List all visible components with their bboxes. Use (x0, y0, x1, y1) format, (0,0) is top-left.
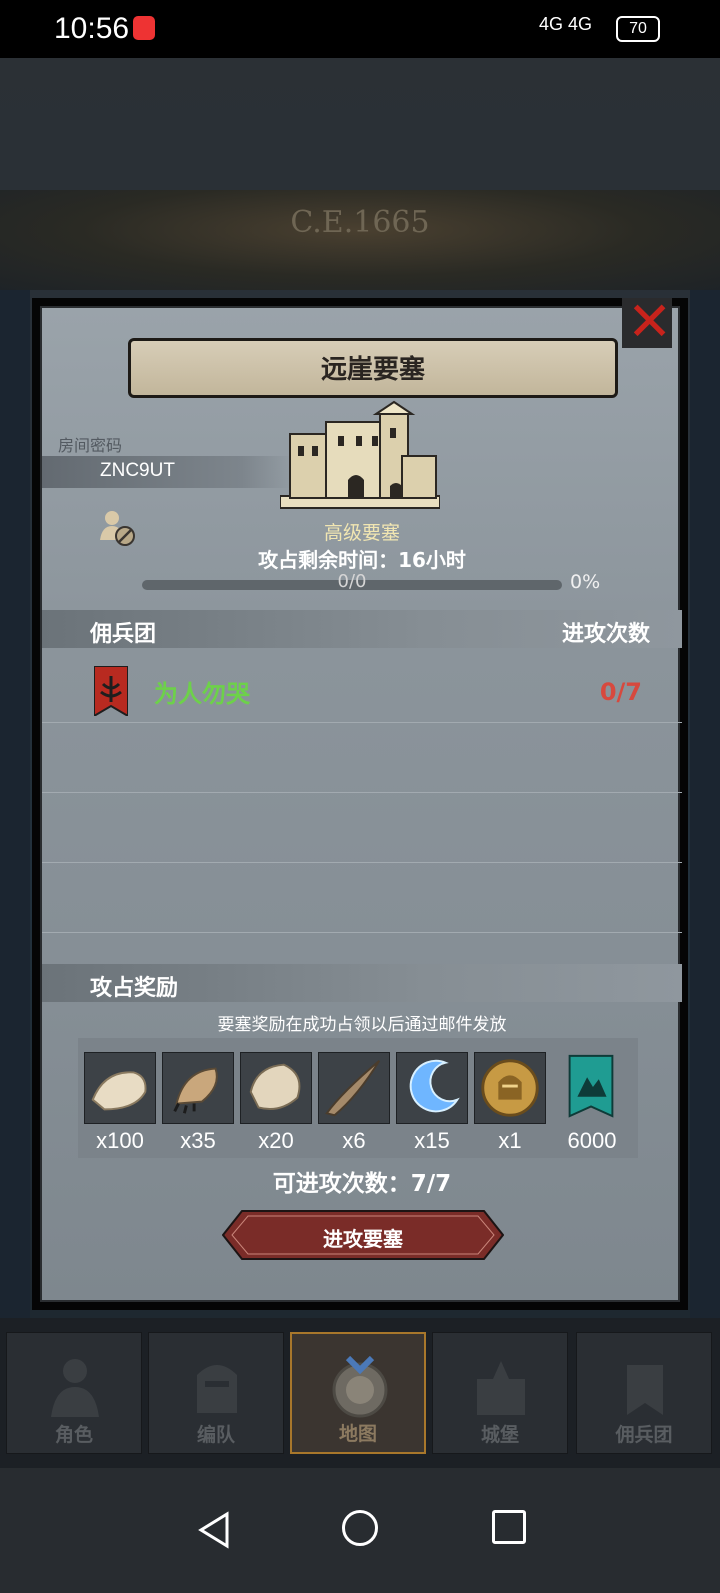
empty-row (42, 792, 682, 863)
reward-header-label: 攻占奖励 (90, 976, 179, 1001)
attack-fortress-button[interactable]: 进攻要塞 (222, 1210, 504, 1260)
status-time: 10:56 (54, 12, 130, 45)
mercenary-header: 佣兵团 进攻次数 (42, 610, 682, 648)
app-notification-icon (133, 16, 155, 40)
home-icon[interactable] (342, 1510, 378, 1546)
nav-item-castle[interactable]: 城堡 (432, 1332, 568, 1454)
close-button[interactable]: ✕ (622, 290, 672, 353)
status-bar: 10:56 4G 4G 70 (0, 0, 720, 58)
title-plate: 远崖要塞 (128, 338, 618, 398)
progress-count: 0/0 (337, 571, 367, 592)
reward-item[interactable]: 6000 (556, 1052, 628, 1154)
system-nav-bar (0, 1468, 720, 1593)
reward-qty: x6 (342, 1128, 366, 1153)
map-compass-icon (332, 1356, 388, 1418)
signal-icons: 4G 4G (538, 14, 592, 34)
fortress-castle-icon (280, 400, 440, 509)
attack-count-header: 进攻次数 (561, 622, 650, 647)
reward-qty: x15 (414, 1128, 450, 1153)
mercenary-row[interactable]: 为人勿哭 0/7 (42, 652, 682, 723)
nav-label: 佣兵团 (615, 1424, 673, 1446)
fortress-type: 高级要塞 (323, 522, 400, 544)
guild-attack-count: 0/7 (599, 678, 642, 706)
reward-item[interactable]: x20 (240, 1052, 312, 1154)
fortress-dialog: 远崖要塞 房间密码 ZNC9UT 高级要塞 攻占剩余时间：16小时 0/0 0%… (32, 290, 688, 1310)
character-icon (51, 1359, 99, 1417)
battery-indicator: 70 (616, 16, 660, 42)
close-icon: ✕ (627, 290, 673, 353)
guild-name: 为人勿哭 (154, 680, 250, 708)
attempts-left: 可进攻次数：7/7 (272, 1171, 452, 1197)
nav-label: 编队 (196, 1424, 235, 1446)
dialog-panel: 远崖要塞 房间密码 ZNC9UT 高级要塞 攻占剩余时间：16小时 0/0 0%… (40, 306, 682, 1302)
mercenary-header-label: 佣兵团 (90, 622, 157, 647)
nav-label: 地图 (338, 1423, 377, 1445)
claw-icon (173, 1067, 218, 1114)
hide-icon (91, 1071, 147, 1111)
formation-icon (197, 1365, 237, 1413)
recent-apps-icon[interactable] (492, 1510, 526, 1544)
empty-row (42, 722, 682, 793)
reward-item[interactable]: x6 (318, 1052, 390, 1154)
empty-row (42, 862, 682, 933)
nav-label: 角色 (54, 1424, 93, 1446)
horn-icon (325, 1060, 381, 1117)
room-code-label: 房间密码 (58, 436, 123, 455)
remaining-time: 攻占剩余时间：16小时 (258, 548, 466, 572)
guild-banner-icon (568, 1054, 614, 1118)
nav-item-mercenary[interactable]: 佣兵团 (576, 1332, 712, 1454)
room-code-bar: ZNC9UT (42, 456, 292, 488)
left-edge (0, 290, 30, 1320)
reward-item[interactable]: x1 (474, 1052, 546, 1154)
progress-percent: 0% (570, 571, 601, 593)
reward-header: 攻占奖励 (42, 964, 682, 1002)
rewards-list: x100 x35 x20 x6 x15 x1 6000 (78, 1038, 638, 1158)
attack-button-label: 进攻要塞 (323, 1227, 403, 1251)
right-edge (690, 290, 720, 1320)
reward-qty: 6000 (567, 1128, 617, 1153)
nav-item-formation[interactable]: 编队 (148, 1332, 284, 1454)
knight-coin-icon (481, 1059, 539, 1117)
guild-banner-icon (94, 666, 128, 716)
reward-item[interactable]: x100 (84, 1052, 156, 1154)
year-label: C.E.1665 (290, 205, 430, 240)
reward-qty: x35 (180, 1128, 216, 1153)
crescent-icon (409, 1059, 460, 1113)
mercenary-icon (627, 1365, 663, 1415)
bottom-nav: 角色 编队 地图 城堡 佣兵团 (0, 1318, 720, 1468)
reward-qty: x100 (96, 1128, 144, 1153)
reward-note: 要塞奖励在成功占领以后通过邮件发放 (217, 1015, 507, 1035)
room-code-value[interactable]: ZNC9UT (100, 460, 175, 482)
reward-qty: x1 (498, 1128, 522, 1153)
nav-item-character[interactable]: 角色 (6, 1332, 142, 1454)
nav-label: 城堡 (480, 1424, 519, 1446)
reward-item[interactable]: x35 (162, 1052, 234, 1154)
reward-qty: x20 (258, 1128, 294, 1153)
scale-icon (249, 1063, 301, 1110)
back-icon[interactable] (195, 1510, 235, 1550)
reward-item[interactable]: x15 (396, 1052, 468, 1154)
nav-item-map[interactable]: 地图 (290, 1332, 426, 1454)
castle-icon (477, 1361, 525, 1415)
dialog-title: 远崖要塞 (320, 355, 425, 385)
